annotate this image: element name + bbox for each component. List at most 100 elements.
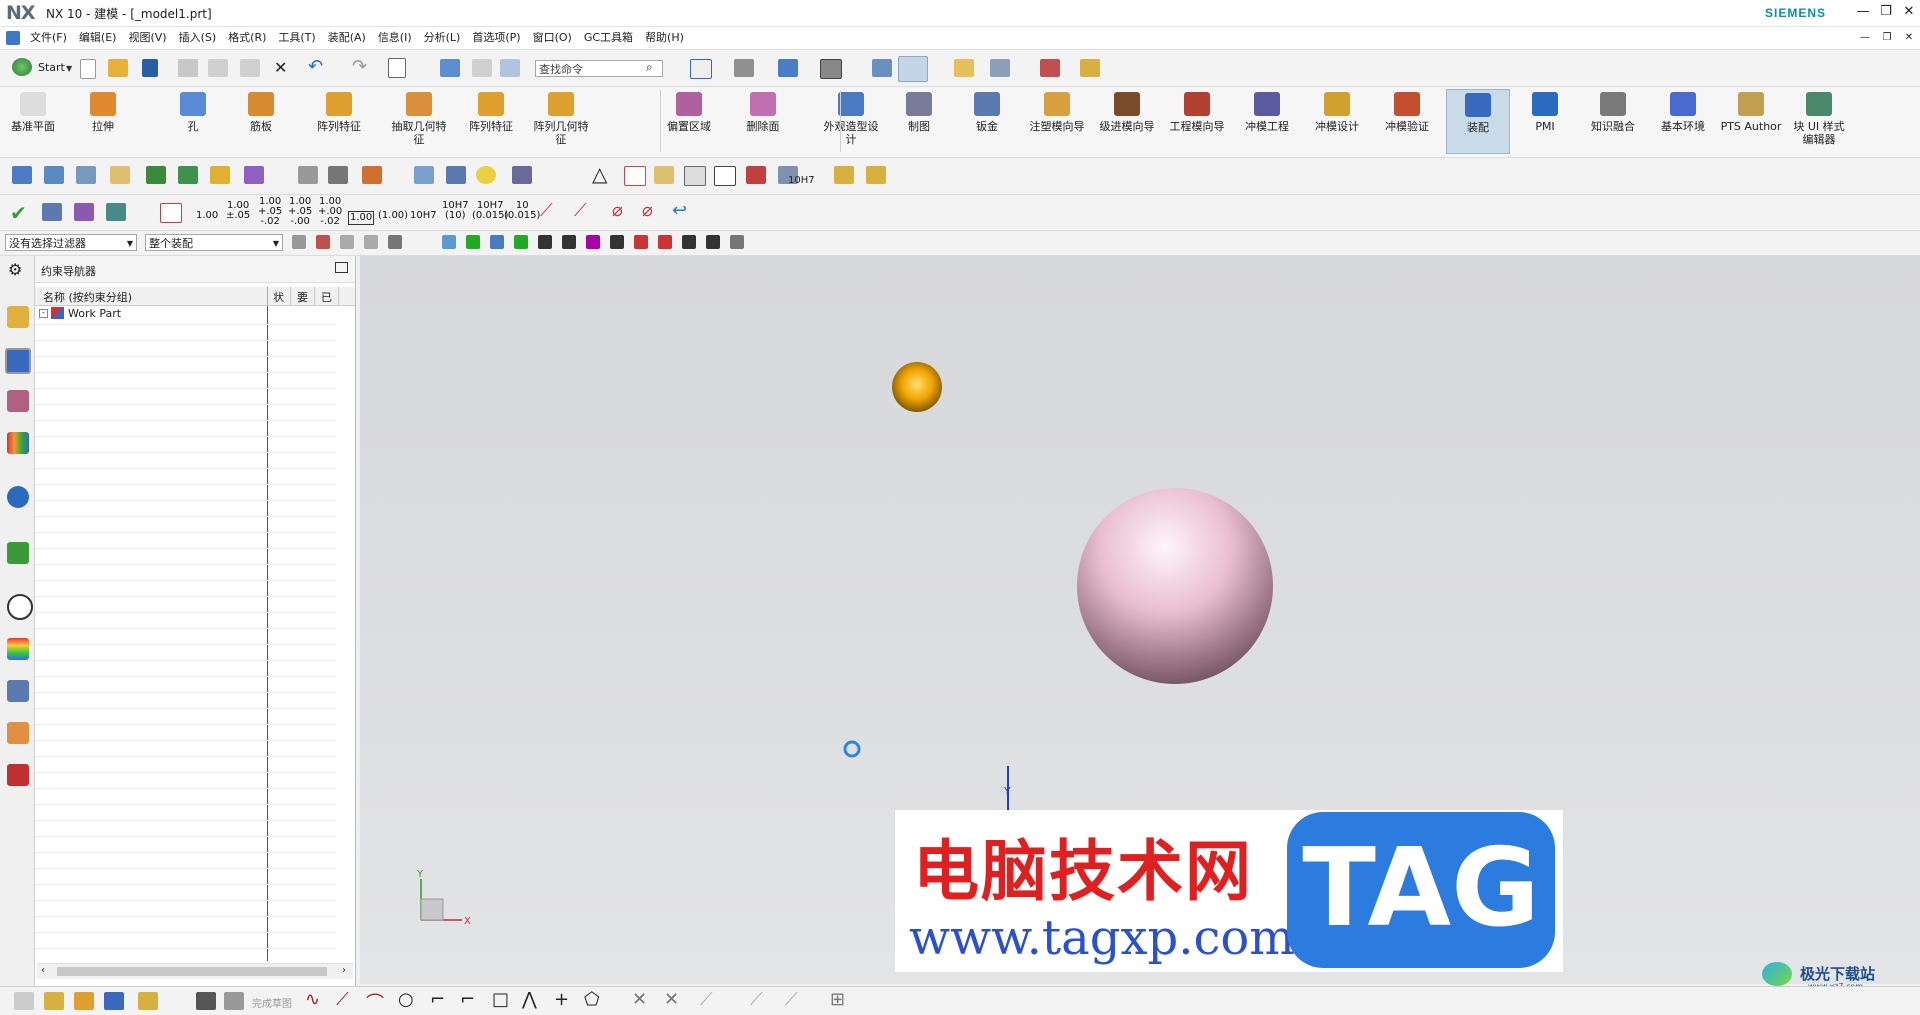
diameter-ref-icon[interactable]: ⌀ [642,200,653,221]
ribbon-feature-1[interactable]: 拉伸 [72,92,134,133]
menu-item-4[interactable]: 格式(R) [222,27,272,49]
menu-item-11[interactable]: GC工具箱 [578,27,639,49]
model-check-icon[interactable] [42,203,62,221]
start-menu-button[interactable]: Start [38,61,65,74]
close-icon[interactable]: ✕ [1896,3,1920,21]
show-hide-icon[interactable] [898,56,928,82]
menu-item-2[interactable]: 视图(V) [122,27,172,49]
ribbon-app-8[interactable]: 冲模验证 [1376,92,1438,133]
ribbon-feature-2[interactable]: 孔 [162,92,224,133]
selection-scope-dropdown[interactable]: 整个装配 ▼ [145,234,283,251]
quick-extend-icon[interactable]: ✕ [664,989,679,1010]
ribbon-app-10[interactable]: PMI [1514,92,1576,133]
paste-icon[interactable] [240,59,260,77]
ribbon-app-14[interactable]: 块 UI 样式编辑器 [1788,92,1850,146]
column-required[interactable]: 要 [297,289,308,305]
delete-icon[interactable]: ✕ [274,58,287,77]
check-icon[interactable]: ✔ [10,201,27,225]
wcs-icon[interactable] [1040,59,1060,77]
snap-point-icon-10[interactable] [562,235,576,249]
menu-item-12[interactable]: 帮助(H) [639,27,690,49]
undo-icon[interactable]: ↶ [308,56,323,77]
profile-icon[interactable]: ∿ [305,989,320,1010]
quick-trim-icon[interactable]: ✕ [632,989,647,1010]
dimension-constraint-icon[interactable]: ⟋ [785,989,798,1010]
line-icon[interactable]: ⟋ [336,989,349,1010]
dimension-icon[interactable] [160,203,182,223]
process-tab-icon[interactable] [7,680,29,702]
new-file-icon[interactable] [80,59,96,79]
ribbon-feature-3[interactable]: 筋板 [230,92,292,133]
snap-point-icon-8[interactable] [514,235,528,249]
ribbon-app-3[interactable]: 注塑模向导 [1026,92,1088,133]
tolerance-style-7[interactable]: 10H7 [410,211,437,221]
constraint-navigator-tab-icon[interactable] [5,348,31,374]
open-folder-icon[interactable] [108,59,128,77]
part-navigator-tab-icon[interactable] [7,390,29,412]
menu-item-10[interactable]: 窗口(O) [527,27,578,49]
ribbon-feature-5[interactable]: 抽取几何特征 [388,92,450,146]
move-component-icon[interactable] [362,166,382,184]
section-view-icon[interactable] [872,59,892,77]
tolerance-style-6[interactable]: (1.00) [378,211,408,221]
cut-icon[interactable] [178,59,198,77]
snap-point-icon-2[interactable] [340,235,354,249]
ribbon-app-5[interactable]: 工程模向导 [1166,92,1228,133]
settings-gear-icon[interactable]: ⚙ [8,260,22,279]
ribbon-sync-1[interactable]: 删除面 [732,92,794,133]
fit-view-icon[interactable] [690,59,712,79]
snap-point-icon-11[interactable] [586,235,600,249]
tolerance-style-10[interactable]: 10 (0.015) [504,201,540,221]
snap-icon[interactable] [954,59,974,77]
ribbon-feature-0[interactable]: 基准平面 [2,92,64,133]
tolerance-style-5[interactable]: 1.00 [348,211,375,225]
tolerance-style-0[interactable]: 1.00 [196,211,218,221]
redo-icon[interactable]: ↷ [352,56,367,77]
snap-point-icon-17[interactable] [730,235,744,249]
parts-icon[interactable] [866,166,886,184]
triangle-icon[interactable]: △ [592,162,607,186]
background-icon[interactable] [820,59,842,79]
constraint-icon-bottom[interactable] [104,992,124,1010]
geometric-constraint-icon[interactable]: ⟋ [750,989,763,1010]
copy-window-icon[interactable] [472,59,492,77]
snap-point-icon-1[interactable] [316,235,330,249]
pen-icon[interactable] [446,166,466,184]
web-browser-tab-icon[interactable] [7,542,29,564]
orient-view-icon[interactable] [778,59,798,77]
column-name[interactable]: 名称 (按约束分组) [43,289,132,305]
roles-tab-icon[interactable] [7,722,29,744]
ribbon-app-12[interactable]: 基本环境 [1652,92,1714,133]
collapse-toggle-icon[interactable]: - [39,309,48,318]
ribbon-app-1[interactable]: 制图 [888,92,950,133]
snap-point-icon-0[interactable] [292,235,306,249]
coin-icon[interactable] [476,166,496,184]
trim-icon[interactable] [328,166,348,184]
ribbon-app-2[interactable]: 钣金 [956,92,1018,133]
history-clock-icon[interactable] [7,594,33,620]
snap-point-icon-7[interactable] [490,235,504,249]
system-scene-tab-icon[interactable] [7,764,29,786]
search-icon[interactable]: ⌕ [646,60,653,75]
add-part-icon[interactable] [44,992,64,1010]
chamfer-icon[interactable]: ⌐ [460,989,475,1010]
tolerance-style-2[interactable]: 1.00 +.05 -.02 [258,197,282,227]
snap-point-icon-14[interactable] [658,235,672,249]
horizontal-scrollbar[interactable]: ‹ › [37,963,353,979]
offset-icon[interactable]: ⬠ [584,989,600,1010]
snap-point-icon-6[interactable] [466,235,480,249]
assembly-navigator-icon[interactable] [12,166,32,184]
column-status[interactable]: 状 [273,289,284,305]
snap-point-icon-15[interactable] [682,235,696,249]
render-style-icon[interactable] [734,59,754,77]
menu-item-0[interactable]: 文件(F) [24,27,73,49]
menu-item-1[interactable]: 编辑(E) [73,27,123,49]
sketch-task-icon[interactable] [196,992,216,1010]
point-icon[interactable]: + [554,989,569,1010]
ribbon-app-13[interactable]: PTS Author [1720,92,1782,133]
sketch-curve-icon[interactable] [298,166,318,184]
cone-part[interactable] [892,362,942,412]
annotation-icon[interactable] [746,166,766,184]
snap-point-icon-9[interactable] [538,235,552,249]
menu-item-5[interactable]: 工具(T) [272,27,321,49]
